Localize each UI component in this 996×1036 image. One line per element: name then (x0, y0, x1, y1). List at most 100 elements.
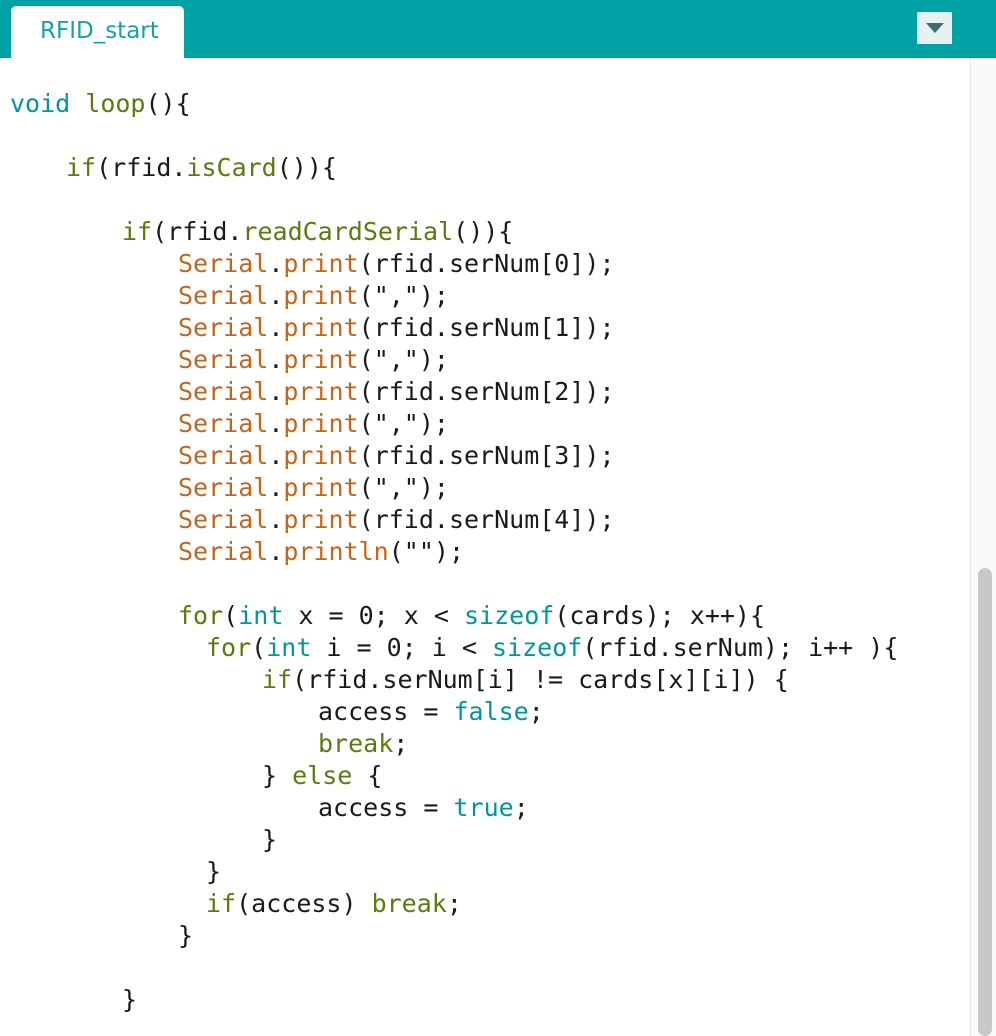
code-token: Serial (178, 313, 269, 342)
code-token: print (283, 281, 359, 310)
code-line[interactable]: } else { (262, 760, 382, 792)
code-token: Serial (178, 377, 269, 406)
code-token: (rfid.serNum); i++ ){ (582, 633, 899, 662)
code-token: Serial (178, 409, 269, 438)
code-token: break (371, 889, 447, 918)
code-token: x = 0; x < (283, 601, 464, 630)
code-line[interactable]: } (122, 984, 137, 1016)
code-token: print (283, 377, 359, 406)
code-token: . (268, 473, 284, 502)
code-token: ; (446, 889, 462, 918)
code-token: . (268, 345, 284, 374)
code-token: Serial (178, 505, 269, 534)
code-token: { (352, 761, 383, 790)
code-token: . (268, 537, 284, 566)
code-line[interactable]: access = true; (318, 792, 529, 824)
code-line[interactable]: if(rfid.isCard()){ (66, 152, 337, 184)
code-token: ; (513, 793, 529, 822)
tab-bar: RFID_start (0, 0, 996, 58)
code-line[interactable]: if(rfid.serNum[i] != cards[x][i]) { (262, 664, 789, 696)
code-token: isCard (186, 153, 277, 182)
code-token: for (206, 633, 252, 662)
code-token: . (268, 377, 284, 406)
code-token: loop (85, 89, 146, 118)
code-line[interactable]: Serial.println(""); (178, 536, 464, 568)
code-token: true (453, 793, 514, 822)
code-line[interactable]: } (178, 920, 193, 952)
code-token: . (268, 505, 284, 534)
code-line[interactable]: Serial.print(rfid.serNum[1]); (178, 312, 615, 344)
code-token: sizeof (464, 601, 555, 630)
scrollbar-thumb[interactable] (978, 568, 992, 1036)
code-token: Serial (178, 441, 269, 470)
code-token: break (318, 729, 394, 758)
code-token: Serial (178, 537, 269, 566)
code-token: (){ (145, 89, 191, 118)
code-token: print (283, 313, 359, 342)
code-token: } (206, 857, 222, 886)
code-line[interactable]: for(int i = 0; i < sizeof(rfid.serNum); … (206, 632, 898, 664)
code-token: println (283, 537, 389, 566)
code-token: } (262, 761, 293, 790)
code-line[interactable]: for(int x = 0; x < sizeof(cards); x++){ (178, 600, 765, 632)
code-token: Serial (178, 473, 269, 502)
code-token: } (178, 921, 194, 950)
code-token: (access) (236, 889, 372, 918)
code-token: (cards); x++){ (554, 601, 766, 630)
code-token: false (453, 697, 529, 726)
code-token: print (283, 441, 359, 470)
code-token: (rfid.serNum[0]); (358, 249, 615, 278)
code-token: print (283, 409, 359, 438)
code-token: . (268, 313, 284, 342)
code-token: ( (251, 633, 267, 662)
code-line[interactable]: if(access) break; (206, 888, 462, 920)
code-line[interactable]: Serial.print(","); (178, 344, 449, 376)
code-token: (rfid. (152, 217, 243, 246)
code-token: (rfid.serNum[1]); (358, 313, 615, 342)
code-token: ()){ (453, 217, 514, 246)
code-token: . (268, 281, 284, 310)
code-token: (""); (388, 537, 464, 566)
code-token: if (122, 217, 153, 246)
chevron-down-icon (926, 23, 944, 33)
code-line[interactable]: break; (318, 728, 408, 760)
code-token: (rfid. (96, 153, 187, 182)
code-line[interactable]: Serial.print(","); (178, 408, 449, 440)
code-token: print (283, 249, 359, 278)
code-token: ; (528, 697, 544, 726)
code-token: Serial (178, 249, 269, 278)
code-line[interactable]: Serial.print(rfid.serNum[4]); (178, 504, 615, 536)
code-token: Serial (178, 345, 269, 374)
tab-menu-button[interactable] (917, 12, 952, 44)
code-token: ( (223, 601, 239, 630)
code-line[interactable]: Serial.print(rfid.serNum[2]); (178, 376, 615, 408)
code-token: if (206, 889, 237, 918)
code-line[interactable]: Serial.print(rfid.serNum[0]); (178, 248, 615, 280)
code-token: (rfid.serNum[i] != cards[x][i]) { (292, 665, 789, 694)
code-line[interactable]: access = false; (318, 696, 544, 728)
code-token: void (10, 89, 71, 118)
code-token: (rfid.serNum[2]); (358, 377, 615, 406)
code-line[interactable]: Serial.print(","); (178, 280, 449, 312)
code-token: print (283, 505, 359, 534)
code-token: . (268, 441, 284, 470)
code-line[interactable]: Serial.print(","); (178, 472, 449, 504)
code-line[interactable]: } (206, 856, 221, 888)
code-token: print (283, 345, 359, 374)
code-line[interactable]: if(rfid.readCardSerial()){ (122, 216, 513, 248)
code-token: (","); (358, 281, 449, 310)
code-token: access = (318, 793, 454, 822)
code-token: (","); (358, 345, 449, 374)
code-token: else (292, 761, 353, 790)
code-token: } (262, 825, 278, 854)
code-token: sizeof (492, 633, 583, 662)
code-editor[interactable]: void loop(){if(rfid.isCard()){if(rfid.re… (0, 58, 970, 1036)
code-line[interactable]: } (262, 824, 277, 856)
code-token: } (122, 985, 138, 1014)
code-token: readCardSerial (242, 217, 454, 246)
code-token: ; (393, 729, 409, 758)
tab-rfid-start[interactable]: RFID_start (11, 6, 184, 58)
code-line[interactable]: void loop(){ (10, 88, 191, 120)
code-line[interactable]: Serial.print(rfid.serNum[3]); (178, 440, 615, 472)
